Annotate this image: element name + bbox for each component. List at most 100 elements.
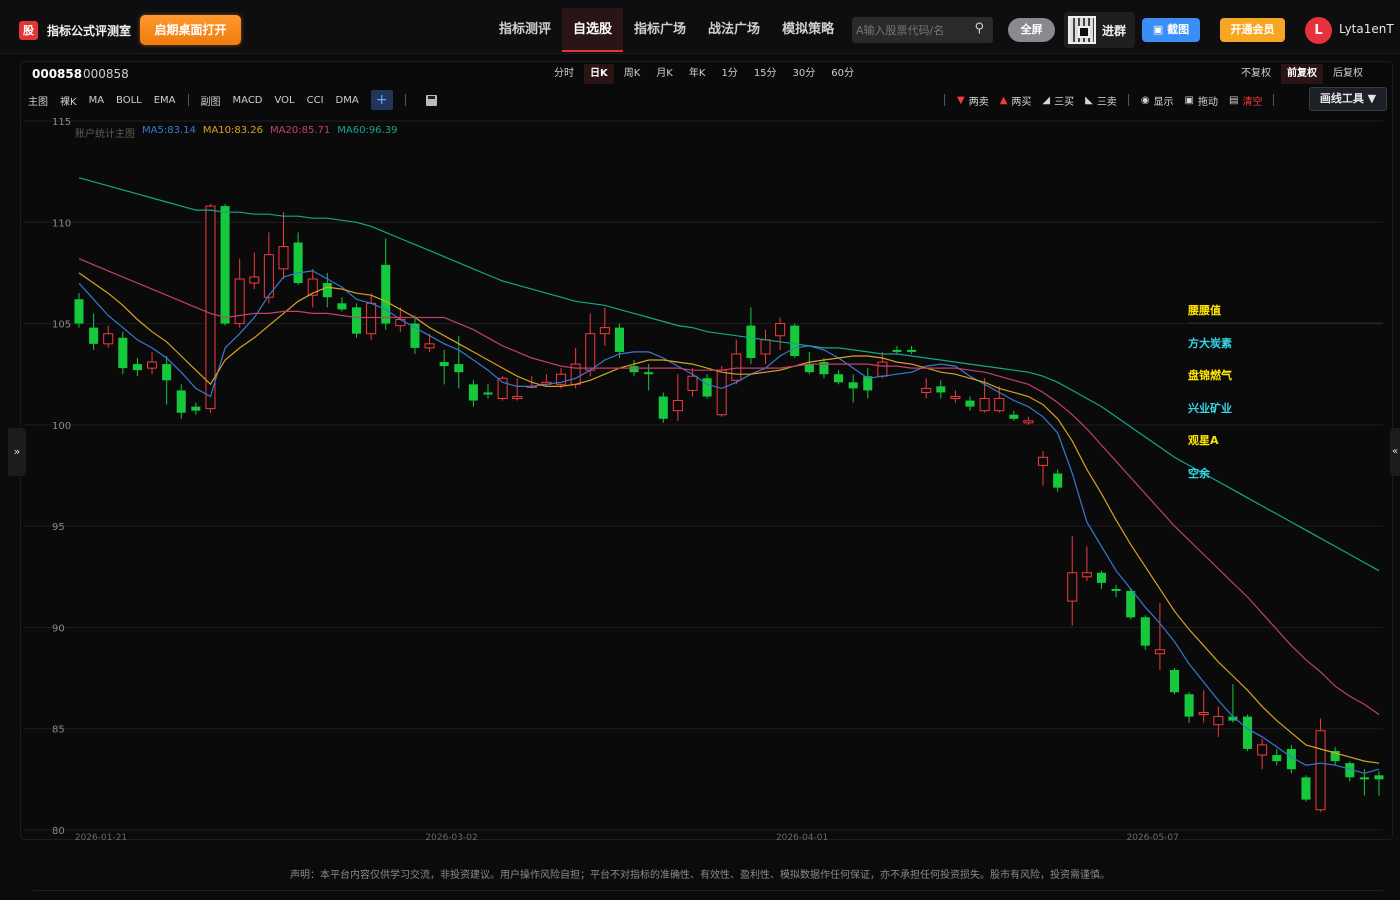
candle-body (599, 327, 610, 335)
candle-body (118, 337, 128, 369)
candle-body (1067, 572, 1078, 602)
candle-body (337, 303, 347, 310)
candle-body (176, 390, 186, 413)
candle-body (994, 398, 1005, 412)
candle-body (1301, 777, 1311, 800)
candle-body (1213, 716, 1224, 726)
candle-body (1272, 755, 1282, 762)
candle-body (672, 400, 683, 412)
candle-body (790, 325, 800, 356)
y-tick-label: 85 (52, 725, 65, 736)
candle-body (877, 361, 888, 377)
candle-body (74, 299, 84, 324)
candle-body (1038, 456, 1049, 466)
candle-body (731, 353, 742, 381)
candle-body (1374, 775, 1384, 780)
candle-body (614, 327, 624, 352)
candle-body (1184, 694, 1194, 717)
signal-label: 方大炭素 (1188, 337, 1232, 350)
candle-body (424, 343, 435, 349)
candle-body (687, 375, 698, 391)
candle-body (1140, 617, 1150, 646)
candle-body (716, 369, 727, 416)
candle-body (1359, 777, 1369, 780)
candle-body (322, 283, 332, 298)
candle-body (234, 278, 245, 325)
legend-ma5: MA5:83.14 (142, 125, 196, 136)
candle-body (936, 386, 946, 393)
candle-body (1126, 590, 1136, 618)
candle-body (512, 395, 523, 400)
ma5-line (78, 270, 1380, 774)
candle-body (1243, 716, 1253, 749)
candle-body (1023, 420, 1034, 424)
candle-body (921, 387, 932, 393)
candle-body (147, 361, 158, 369)
candle-body (497, 377, 508, 400)
legend-ma20: MA20:85.71 (270, 125, 331, 136)
candle-body (892, 349, 902, 352)
legend-ma60: MA60:96.39 (337, 125, 398, 136)
legend-ma10: MA10:83.26 (202, 125, 264, 136)
signal-label: 腰腰值 (1188, 304, 1221, 317)
candle-body (775, 323, 786, 337)
x-tick-label: 2026-01-21 (75, 833, 127, 843)
candle-body (760, 339, 771, 355)
candle-body (89, 327, 99, 344)
candle-body (1053, 473, 1063, 488)
candle-body (950, 395, 961, 400)
candle-body (746, 325, 756, 359)
candle-body (965, 400, 975, 407)
y-tick-label: 110 (52, 218, 71, 229)
candle-body (979, 398, 990, 412)
candle-body (1009, 414, 1019, 419)
candle-body (381, 264, 391, 324)
candle-body (103, 333, 114, 345)
candle-body (848, 382, 858, 389)
candle-body (834, 374, 844, 383)
candle-body (1081, 572, 1092, 578)
signal-label: 盘锦燃气 (1188, 369, 1232, 382)
signal-label: 空余 (1188, 467, 1210, 480)
candle-body (366, 302, 377, 335)
candle-body (395, 319, 406, 327)
candle-body (1198, 712, 1209, 716)
candle-body (585, 333, 596, 371)
x-tick-label: 2026-05-07 (1127, 833, 1179, 843)
candle-body (1315, 730, 1326, 811)
y-tick-label: 115 (52, 117, 71, 128)
candle-body (191, 406, 201, 411)
expand-right-panel-button[interactable]: « (1390, 428, 1400, 476)
disclaimer: 声明：本平台内容仅供学习交流，非投资建议。用户操作风险自担；平台不对指标的准确性… (290, 870, 1110, 881)
candle-body (483, 392, 493, 395)
candle-body (132, 364, 142, 371)
footer-divider (33, 890, 1383, 891)
candle-body (293, 242, 303, 284)
candle-body (278, 246, 289, 270)
candle-body (162, 364, 172, 381)
x-tick-label: 2026-04-01 (776, 833, 828, 843)
candle-body (1111, 588, 1121, 591)
y-tick-label: 80 (52, 826, 65, 837)
expand-left-panel-button[interactable]: » (8, 428, 26, 476)
candle-body (1169, 669, 1180, 693)
candle-body (468, 384, 478, 401)
candle-body (249, 276, 260, 284)
candle-body (454, 364, 464, 373)
candle-body (702, 378, 712, 397)
x-tick-label: 2026-03-02 (425, 833, 477, 843)
y-tick-label: 90 (52, 623, 65, 634)
candle-body (439, 362, 449, 367)
candle-body (658, 396, 668, 419)
candle-body (220, 206, 230, 324)
ma10-line (78, 272, 1380, 764)
candle-body (1096, 572, 1106, 583)
candle-body (1154, 649, 1165, 655)
candle-body (1257, 744, 1268, 756)
y-tick-label: 95 (52, 522, 65, 533)
ma60-line (78, 177, 1380, 572)
ma20-line (78, 258, 1380, 715)
chart-legend: 账户统计主图 MA5:83.14 MA10:83.26 MA20:85.71 M… (75, 125, 404, 140)
candle-body (907, 349, 917, 352)
signal-label: 观星A (1188, 434, 1219, 447)
